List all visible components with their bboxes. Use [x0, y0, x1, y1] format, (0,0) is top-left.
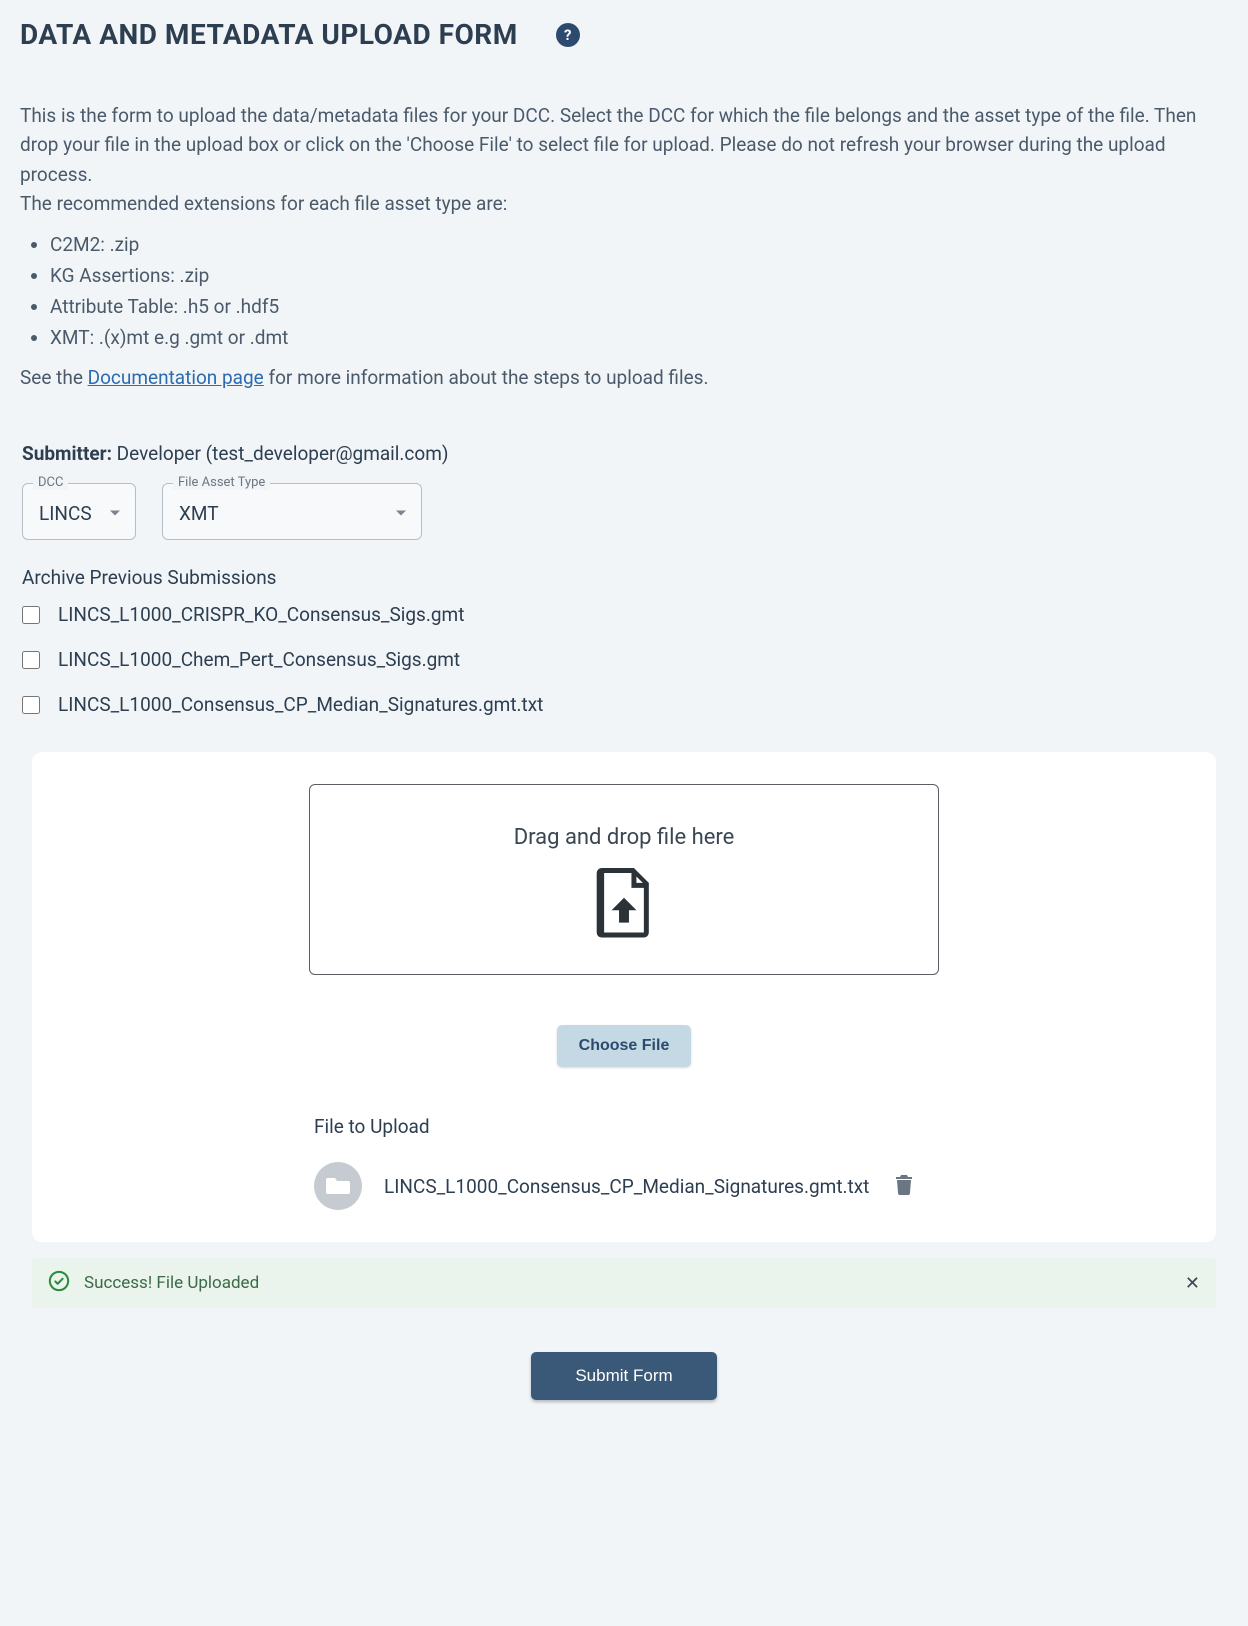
delete-file-button[interactable]	[891, 1171, 917, 1202]
archive-item[interactable]: LINCS_L1000_Chem_Pert_Consensus_Sigs.gmt	[22, 648, 1226, 671]
dropzone[interactable]: Drag and drop file here	[309, 784, 939, 975]
page-title: DATA AND METADATA UPLOAD FORM	[20, 18, 518, 51]
trash-icon	[895, 1183, 913, 1198]
chevron-down-icon	[395, 502, 407, 521]
file-asset-type-value: XMT	[179, 502, 219, 525]
documentation-link[interactable]: Documentation page	[88, 366, 264, 389]
archive-title: Archive Previous Submissions	[22, 566, 1226, 589]
success-check-icon	[48, 1270, 70, 1296]
file-type-item: XMT: .(x)mt e.g .gmt or .dmt	[50, 326, 1228, 349]
choose-file-button[interactable]: Choose File	[557, 1025, 692, 1067]
dcc-select-label: DCC	[33, 475, 68, 490]
file-to-upload-row: LINCS_L1000_Consensus_CP_Median_Signatur…	[314, 1162, 1034, 1210]
upload-card: Drag and drop file here Choose File File…	[32, 752, 1216, 1242]
file-asset-type-label: File Asset Type	[173, 475, 270, 490]
archive-item[interactable]: LINCS_L1000_CRISPR_KO_Consensus_Sigs.gmt	[22, 603, 1226, 626]
folder-icon	[314, 1162, 362, 1210]
file-type-list: C2M2: .zip KG Assertions: .zip Attribute…	[50, 233, 1228, 349]
submitter-line: Submitter: Developer (test_developer@gma…	[22, 442, 1226, 465]
archive-checkbox[interactable]	[22, 651, 40, 669]
file-asset-type-select[interactable]: File Asset Type XMT	[162, 483, 422, 540]
submit-form-button[interactable]: Submit Form	[531, 1352, 716, 1400]
file-type-item: C2M2: .zip	[50, 233, 1228, 256]
archive-filename: LINCS_L1000_CRISPR_KO_Consensus_Sigs.gmt	[58, 603, 464, 626]
success-alert: Success! File Uploaded ✕	[32, 1258, 1216, 1308]
help-icon[interactable]: ?	[556, 23, 580, 47]
dropzone-text: Drag and drop file here	[330, 825, 918, 850]
success-message: Success! File Uploaded	[84, 1273, 1171, 1293]
archive-checkbox[interactable]	[22, 606, 40, 624]
file-type-item: KG Assertions: .zip	[50, 264, 1228, 287]
submitter-label: Submitter:	[22, 442, 112, 465]
dcc-select[interactable]: DCC LINCS	[22, 483, 136, 540]
dcc-select-value: LINCS	[39, 502, 92, 525]
selected-file-name: LINCS_L1000_Consensus_CP_Median_Signatur…	[384, 1175, 869, 1198]
doc-prefix: See the	[20, 366, 88, 389]
file-upload-icon	[330, 868, 918, 944]
submitter-value: Developer (test_developer@gmail.com)	[117, 442, 449, 465]
intro-paragraph-1: This is the form to upload the data/meta…	[20, 101, 1228, 189]
file-to-upload-label: File to Upload	[314, 1115, 1034, 1138]
intro-paragraph-2: The recommended extensions for each file…	[20, 189, 1228, 218]
archive-checkbox[interactable]	[22, 696, 40, 714]
archive-filename: LINCS_L1000_Chem_Pert_Consensus_Sigs.gmt	[58, 648, 460, 671]
file-type-item: Attribute Table: .h5 or .hdf5	[50, 295, 1228, 318]
archive-item[interactable]: LINCS_L1000_Consensus_CP_Median_Signatur…	[22, 693, 1226, 716]
doc-suffix: for more information about the steps to …	[264, 366, 709, 389]
archive-filename: LINCS_L1000_Consensus_CP_Median_Signatur…	[58, 693, 543, 716]
doc-line: See the Documentation page for more info…	[20, 363, 1228, 392]
archive-list: LINCS_L1000_CRISPR_KO_Consensus_Sigs.gmt…	[22, 603, 1226, 716]
chevron-down-icon	[109, 502, 121, 521]
close-alert-button[interactable]: ✕	[1185, 1273, 1200, 1294]
close-icon: ✕	[1185, 1273, 1200, 1293]
